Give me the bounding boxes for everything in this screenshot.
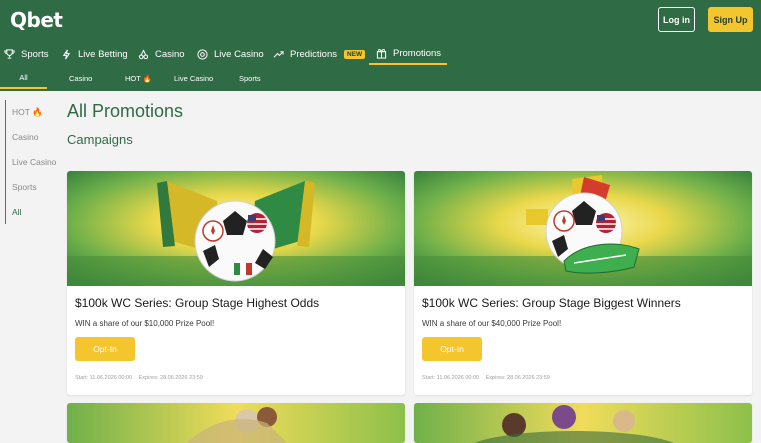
promo-expires: Expires: 28.06.2026 23:59 xyxy=(138,375,203,381)
nav-item-predictions[interactable]: Predictions NEW xyxy=(272,43,366,65)
promo-card[interactable] xyxy=(67,403,405,443)
subnav-tab-all[interactable]: All xyxy=(0,67,47,89)
lightning-icon xyxy=(60,48,72,60)
promo-title: $100k WC Series: Group Stage Biggest Win… xyxy=(422,296,681,310)
nav-label: Live Casino xyxy=(214,48,264,60)
gift-icon xyxy=(375,47,387,59)
promo-title: $100k WC Series: Group Stage Highest Odd… xyxy=(75,296,320,310)
new-badge: NEW xyxy=(344,49,366,59)
nav-item-promotions[interactable]: Promotions xyxy=(369,43,447,65)
nav-item-live-casino[interactable]: Live Casino xyxy=(196,43,264,65)
promo-description: WIN a share of our $10,000 Prize Pool! xyxy=(75,319,215,328)
opt-in-button[interactable]: Opt-In xyxy=(422,337,482,361)
subnav-tab-live-casino[interactable]: Live Casino xyxy=(174,67,213,89)
page-title: All Promotions xyxy=(67,101,184,121)
sub-nav: All Casino HOT 🔥 Live Casino Sports xyxy=(0,67,761,91)
trophy-icon xyxy=(3,48,15,60)
promo-start: Start: 11.06.2026 00:00 xyxy=(422,375,480,381)
promo-banner-image xyxy=(414,171,752,286)
main-nav: Sports Live Betting Casino Live Casino P… xyxy=(0,43,761,65)
opt-in-button[interactable]: Opt-In xyxy=(75,337,135,361)
promo-description: WIN a share of our $40,000 Prize Pool! xyxy=(422,319,562,328)
promo-dates: Start: 11.06.2026 00:00 Expires: 28.06.2… xyxy=(75,375,208,381)
subnav-tab-hot[interactable]: HOT 🔥 xyxy=(125,67,152,89)
sidebar-item-casino[interactable]: Casino xyxy=(12,132,38,142)
nav-label: Sports xyxy=(21,48,49,60)
sidebar-item-hot[interactable]: HOT 🔥 xyxy=(12,107,43,118)
nav-item-live-betting[interactable]: Live Betting xyxy=(60,43,128,65)
nav-label: Promotions xyxy=(393,47,442,59)
sidebar-item-all[interactable]: All xyxy=(12,207,21,217)
sidebar-item-live-casino[interactable]: Live Casino xyxy=(12,157,56,167)
promo-dates: Start: 11.06.2026 00:00 Expires: 28.06.2… xyxy=(422,375,555,381)
nav-item-sports[interactable]: Sports xyxy=(3,43,48,65)
sidebar-item-sports[interactable]: Sports xyxy=(12,182,37,192)
nav-label: Predictions xyxy=(290,48,337,60)
nav-label: Live Betting xyxy=(78,48,128,60)
promo-card[interactable]: $100k WC Series: Group Stage Biggest Win… xyxy=(414,171,752,395)
category-sidebar: HOT 🔥 Casino Live Casino Sports All xyxy=(5,100,57,224)
promo-card[interactable]: $100k WC Series: Group Stage Highest Odd… xyxy=(67,171,405,395)
promo-banner-image xyxy=(414,403,752,443)
cherries-icon xyxy=(137,48,149,60)
promo-start: Start: 11.06.2026 00:00 xyxy=(75,375,133,381)
promo-expires: Expires: 28.06.2026 23:59 xyxy=(485,375,550,381)
qbet-logo[interactable]: Qbet xyxy=(10,8,63,32)
trend-up-icon xyxy=(272,48,284,60)
section-title: Campaigns xyxy=(67,132,133,147)
nav-item-casino[interactable]: Casino xyxy=(137,43,185,65)
chip-icon xyxy=(196,48,208,60)
promo-banner-image xyxy=(67,403,405,443)
promo-card[interactable] xyxy=(414,403,752,443)
subnav-tab-casino[interactable]: Casino xyxy=(69,67,92,89)
promo-banner-image xyxy=(67,171,405,286)
top-header: Qbet Log in Sign Up Sports Live Betting … xyxy=(0,0,761,91)
login-button[interactable]: Log in xyxy=(658,7,695,32)
nav-label: Casino xyxy=(155,48,185,60)
subnav-tab-sports[interactable]: Sports xyxy=(239,67,261,89)
signup-button[interactable]: Sign Up xyxy=(708,7,753,32)
